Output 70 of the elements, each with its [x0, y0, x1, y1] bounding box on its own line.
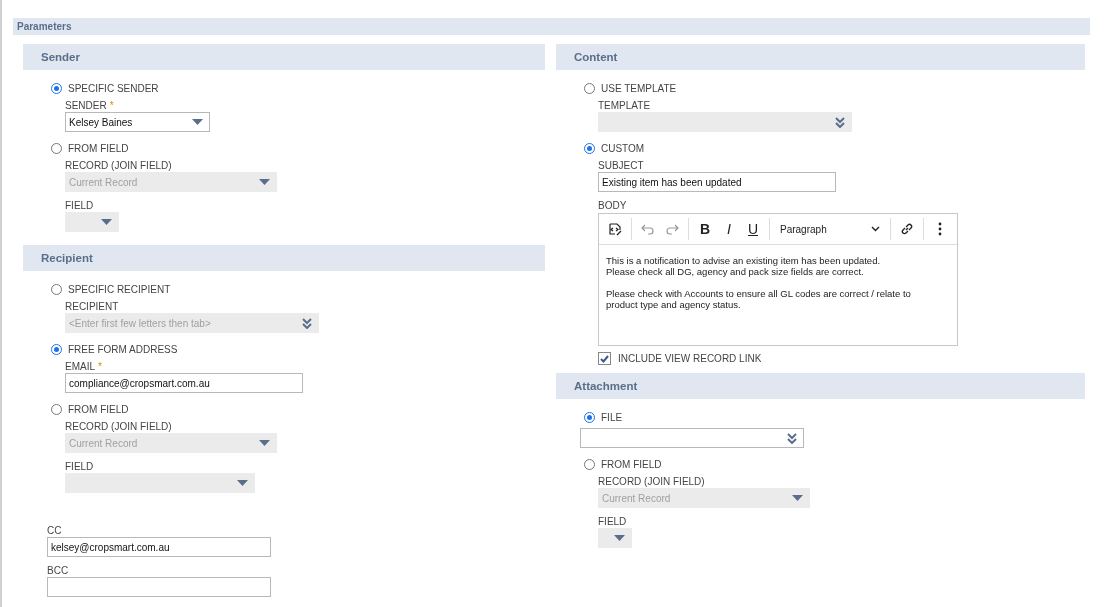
- input-field[interactable]: kelsey@cropsmart.com.au: [47, 537, 271, 557]
- body-paragraph: Please check with Accounts to ensure all GL codes are correct / relate to product type and agency status.: [606, 288, 912, 310]
- radio-label: CUSTOM: [601, 142, 645, 154]
- body-paragraph: This is a notification to advise an existing item has been updated. Please check all DG, agency and pack size fields are correct.: [606, 255, 882, 277]
- field-label: RECORD (JOIN FIELD): [65, 159, 173, 172]
- section-header: Recipient: [23, 245, 545, 271]
- input-field[interactable]: Existing item has been updated: [598, 172, 836, 192]
- double-chevron-icon: [787, 432, 797, 444]
- dropdown-value: Current Record: [69, 176, 138, 188]
- radio-button[interactable]: [584, 458, 595, 470]
- radio-label: FROM FIELD: [601, 458, 662, 470]
- radio-label: SPECIFIC SENDER: [68, 82, 159, 94]
- bold-button[interactable]: B: [693, 217, 717, 241]
- field-label: BCC: [47, 564, 70, 577]
- radio-button[interactable]: [51, 142, 62, 154]
- dropdown-value: Current Record: [602, 492, 671, 504]
- checkbox[interactable]: [598, 352, 611, 365]
- radio-button[interactable]: [51, 82, 62, 94]
- field-label: CC: [47, 524, 63, 537]
- parameters-header: Parameters: [13, 18, 1090, 35]
- field-label: TEMPLATE: [598, 99, 652, 112]
- field-label: EMAIL *: [65, 360, 103, 373]
- caret-icon: [614, 534, 625, 542]
- dropdown-value: Current Record: [69, 437, 138, 449]
- double-chevron-icon: [302, 317, 312, 329]
- checkbox-label: INCLUDE VIEW RECORD LINK: [618, 353, 762, 364]
- radio-label: USE TEMPLATE: [601, 82, 677, 94]
- dropdown-placeholder: <Enter first few letters then tab>: [69, 317, 211, 329]
- section-header: Sender: [23, 44, 545, 70]
- chevron-down-icon: [871, 226, 880, 232]
- format-dropdown[interactable]: Paragraph: [774, 217, 886, 241]
- field-label: SENDER *: [65, 99, 115, 112]
- double-chevron-icon: [835, 116, 845, 128]
- required-mark: *: [98, 361, 102, 372]
- field-label: FIELD: [65, 199, 95, 212]
- radio-label: FROM FIELD: [68, 142, 129, 154]
- section-header: Content: [556, 44, 1085, 70]
- caret-icon: [101, 218, 112, 226]
- dropdown[interactable]: [580, 428, 804, 448]
- radio-label: SPECIFIC RECIPIENT: [68, 283, 171, 295]
- radio-label: FILE: [601, 411, 623, 423]
- field-label: RECORD (JOIN FIELD): [598, 475, 706, 488]
- radio-button[interactable]: [51, 283, 62, 295]
- radio-label: FROM FIELD: [68, 403, 129, 415]
- input-field[interactable]: [47, 577, 271, 597]
- radio-label: FREE FORM ADDRESS: [68, 343, 178, 355]
- field-label: BODY: [598, 199, 628, 212]
- section-header: Attachment: [556, 373, 1085, 399]
- field-label: FIELD: [65, 460, 95, 473]
- underline-button[interactable]: U: [741, 217, 765, 241]
- caret-icon: [259, 439, 270, 447]
- field-label: RECORD (JOIN FIELD): [65, 420, 173, 433]
- caret-icon: [792, 494, 803, 502]
- dropdown[interactable]: Kelsey Baines: [65, 112, 210, 132]
- caret-icon: [259, 178, 270, 186]
- required-mark: *: [109, 100, 114, 111]
- dropdown-value: Kelsey Baines: [69, 116, 133, 128]
- field-label: FIELD: [598, 515, 628, 528]
- input-field[interactable]: compliance@cropsmart.com.au: [65, 373, 303, 393]
- radio-button[interactable]: [584, 142, 595, 154]
- caret-icon: [192, 118, 203, 126]
- radio-button[interactable]: [584, 411, 595, 423]
- caret-icon: [237, 479, 248, 487]
- radio-button[interactable]: [584, 82, 595, 94]
- radio-button[interactable]: [51, 343, 62, 355]
- field-label: RECIPIENT: [65, 300, 120, 313]
- field-label: SUBJECT: [598, 159, 645, 172]
- radio-button[interactable]: [51, 403, 62, 415]
- italic-button[interactable]: I: [717, 217, 741, 241]
- checkmark-icon: [600, 354, 609, 363]
